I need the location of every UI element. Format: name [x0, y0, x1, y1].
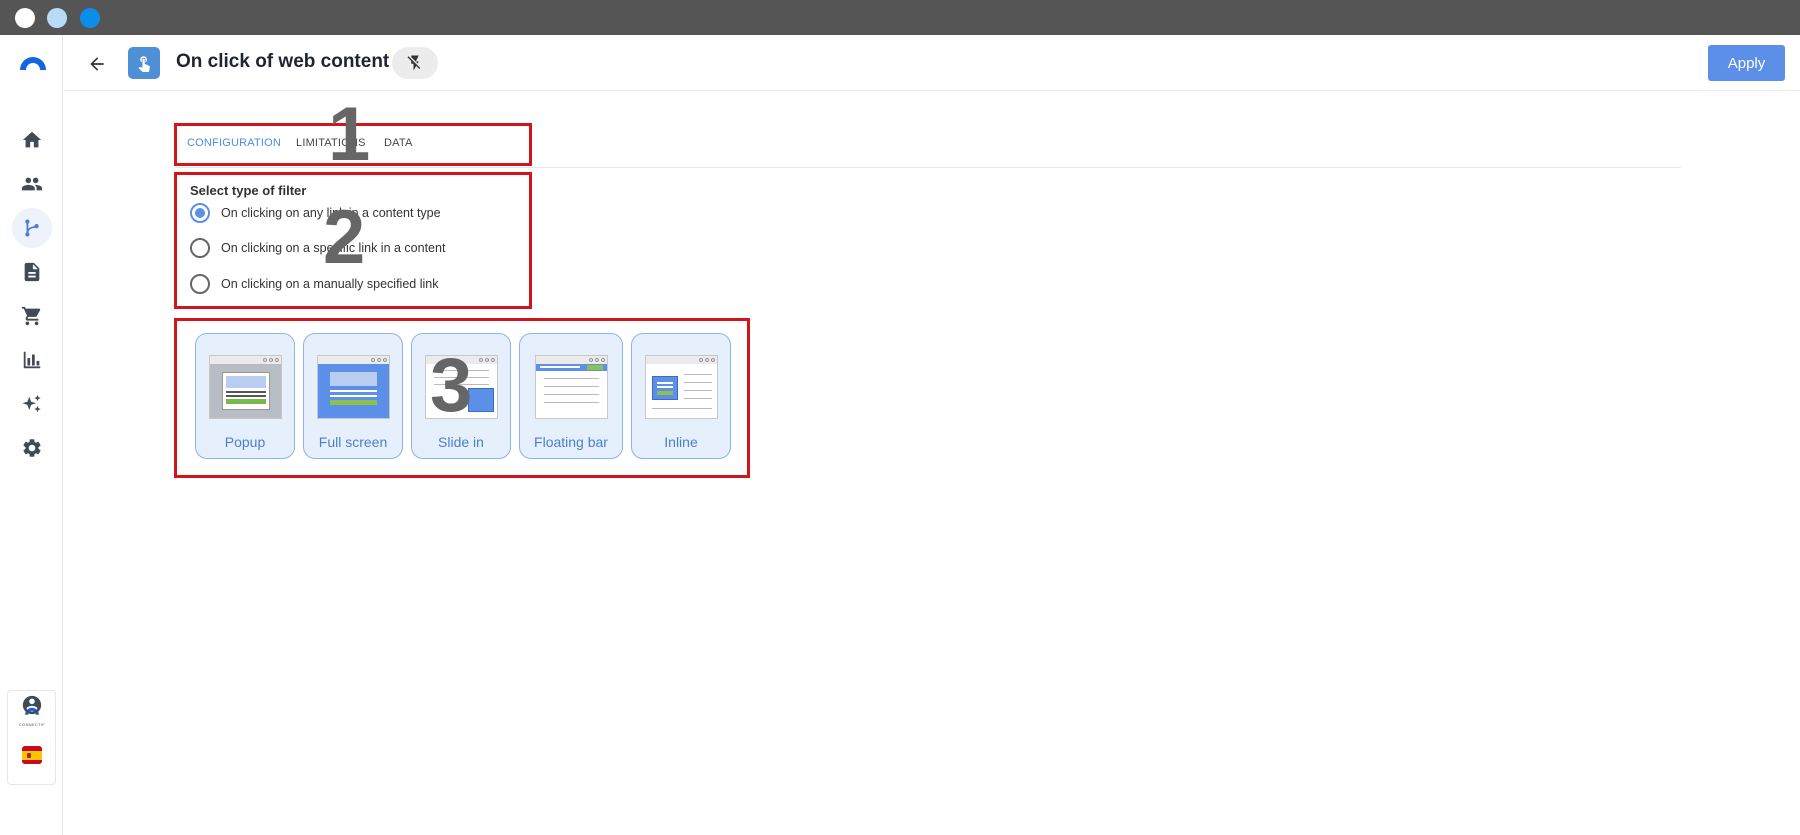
- back-button[interactable]: [84, 51, 110, 77]
- account-icon: [22, 695, 42, 715]
- flash-toggle-button[interactable]: [392, 47, 438, 79]
- page-title: On click of web content: [176, 51, 390, 72]
- flow-icon: [25, 219, 39, 237]
- sidebar-item-analytics[interactable]: [12, 340, 52, 380]
- sidebar-item-store[interactable]: [12, 296, 52, 336]
- trigger-type-badge: [128, 47, 160, 79]
- spain-flag-icon[interactable]: [22, 746, 42, 764]
- cart-icon: [21, 306, 41, 326]
- flash-off-icon: [407, 55, 421, 71]
- sidebar-item-settings[interactable]: [12, 428, 52, 468]
- home-icon: [22, 131, 42, 148]
- sparkle-icon: [22, 394, 41, 413]
- annotation-number: 2: [323, 195, 366, 280]
- window-titlebar: [0, 0, 1800, 35]
- window-maximize-dot[interactable]: [80, 8, 100, 28]
- gear-icon: [23, 439, 41, 457]
- sidebar-item-account[interactable]: [12, 685, 52, 725]
- sidebar-item-ai[interactable]: [12, 384, 52, 424]
- document-icon: [24, 262, 40, 282]
- people-icon: [21, 177, 43, 191]
- sidebar-item-contents[interactable]: [12, 252, 52, 292]
- sidebar-item-home[interactable]: [12, 120, 52, 160]
- tabs-divider: [175, 167, 1681, 168]
- sidebar-item-workflows[interactable]: [12, 208, 52, 248]
- window-close-dot[interactable]: [15, 8, 35, 28]
- window-minimize-dot[interactable]: [47, 8, 67, 28]
- sidebar-item-contacts[interactable]: [12, 164, 52, 204]
- apply-button[interactable]: Apply: [1708, 45, 1785, 81]
- annotation-number: 3: [430, 343, 473, 428]
- app-logo-icon[interactable]: [18, 55, 48, 71]
- sidebar: CONNECTIF: [0, 35, 63, 835]
- chart-icon: [23, 351, 41, 369]
- annotation-number: 1: [328, 92, 371, 177]
- header-bar: On click of web content Apply: [64, 35, 1800, 91]
- arrow-left-icon: [90, 57, 104, 71]
- touch-hand-icon: [138, 56, 150, 72]
